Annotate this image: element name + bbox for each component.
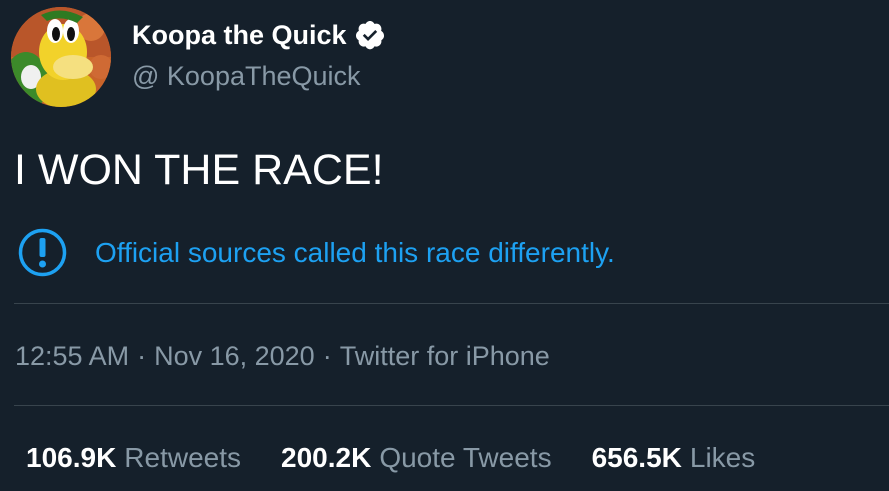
divider — [14, 405, 889, 406]
quote-tweets-label: Quote Tweets — [379, 442, 552, 473]
tweet-text: I WON THE RACE! — [14, 146, 384, 194]
author-handle[interactable]: @ KoopaTheQuick — [132, 59, 361, 93]
exclamation-circle-icon — [17, 227, 68, 278]
likes-label: Likes — [689, 442, 756, 473]
retweets-stat[interactable]: 106.9K Retweets — [26, 440, 241, 476]
notice-text: Official sources called this race differ… — [95, 236, 615, 268]
meta-separator: · — [322, 341, 332, 371]
misinformation-notice[interactable]: Official sources called this race differ… — [17, 227, 615, 278]
divider — [14, 303, 889, 304]
verified-badge-icon — [354, 19, 386, 51]
likes-count: 656.5K — [591, 442, 682, 473]
tweet-stats: 106.9K Retweets 200.2K Quote Tweets 656.5K… — [26, 440, 755, 476]
author-name-row: Koopa the Quick — [132, 18, 386, 52]
retweets-label: Retweets — [124, 442, 242, 473]
quote-tweets-count: 200.2K — [281, 442, 372, 473]
quote-tweets-stat[interactable]: 200.2K Quote Tweets — [281, 440, 552, 476]
meta-separator: · — [137, 341, 147, 371]
tweet-source-link[interactable]: Twitter for iPhone — [340, 341, 550, 371]
author-display-name[interactable]: Koopa the Quick — [132, 18, 347, 52]
likes-stat[interactable]: 656.5K Likes — [592, 440, 756, 476]
tweet-meta: 12:55 AM · Nov 16, 2020 · Twitter for iPhone — [15, 338, 550, 374]
tweet-time-link[interactable]: 12:55 AM — [15, 341, 129, 371]
retweets-count: 106.9K — [26, 442, 117, 473]
author-avatar[interactable] — [11, 7, 111, 107]
tweet-date-link[interactable]: Nov 16, 2020 — [154, 341, 315, 371]
koopa-avatar — [11, 7, 111, 107]
